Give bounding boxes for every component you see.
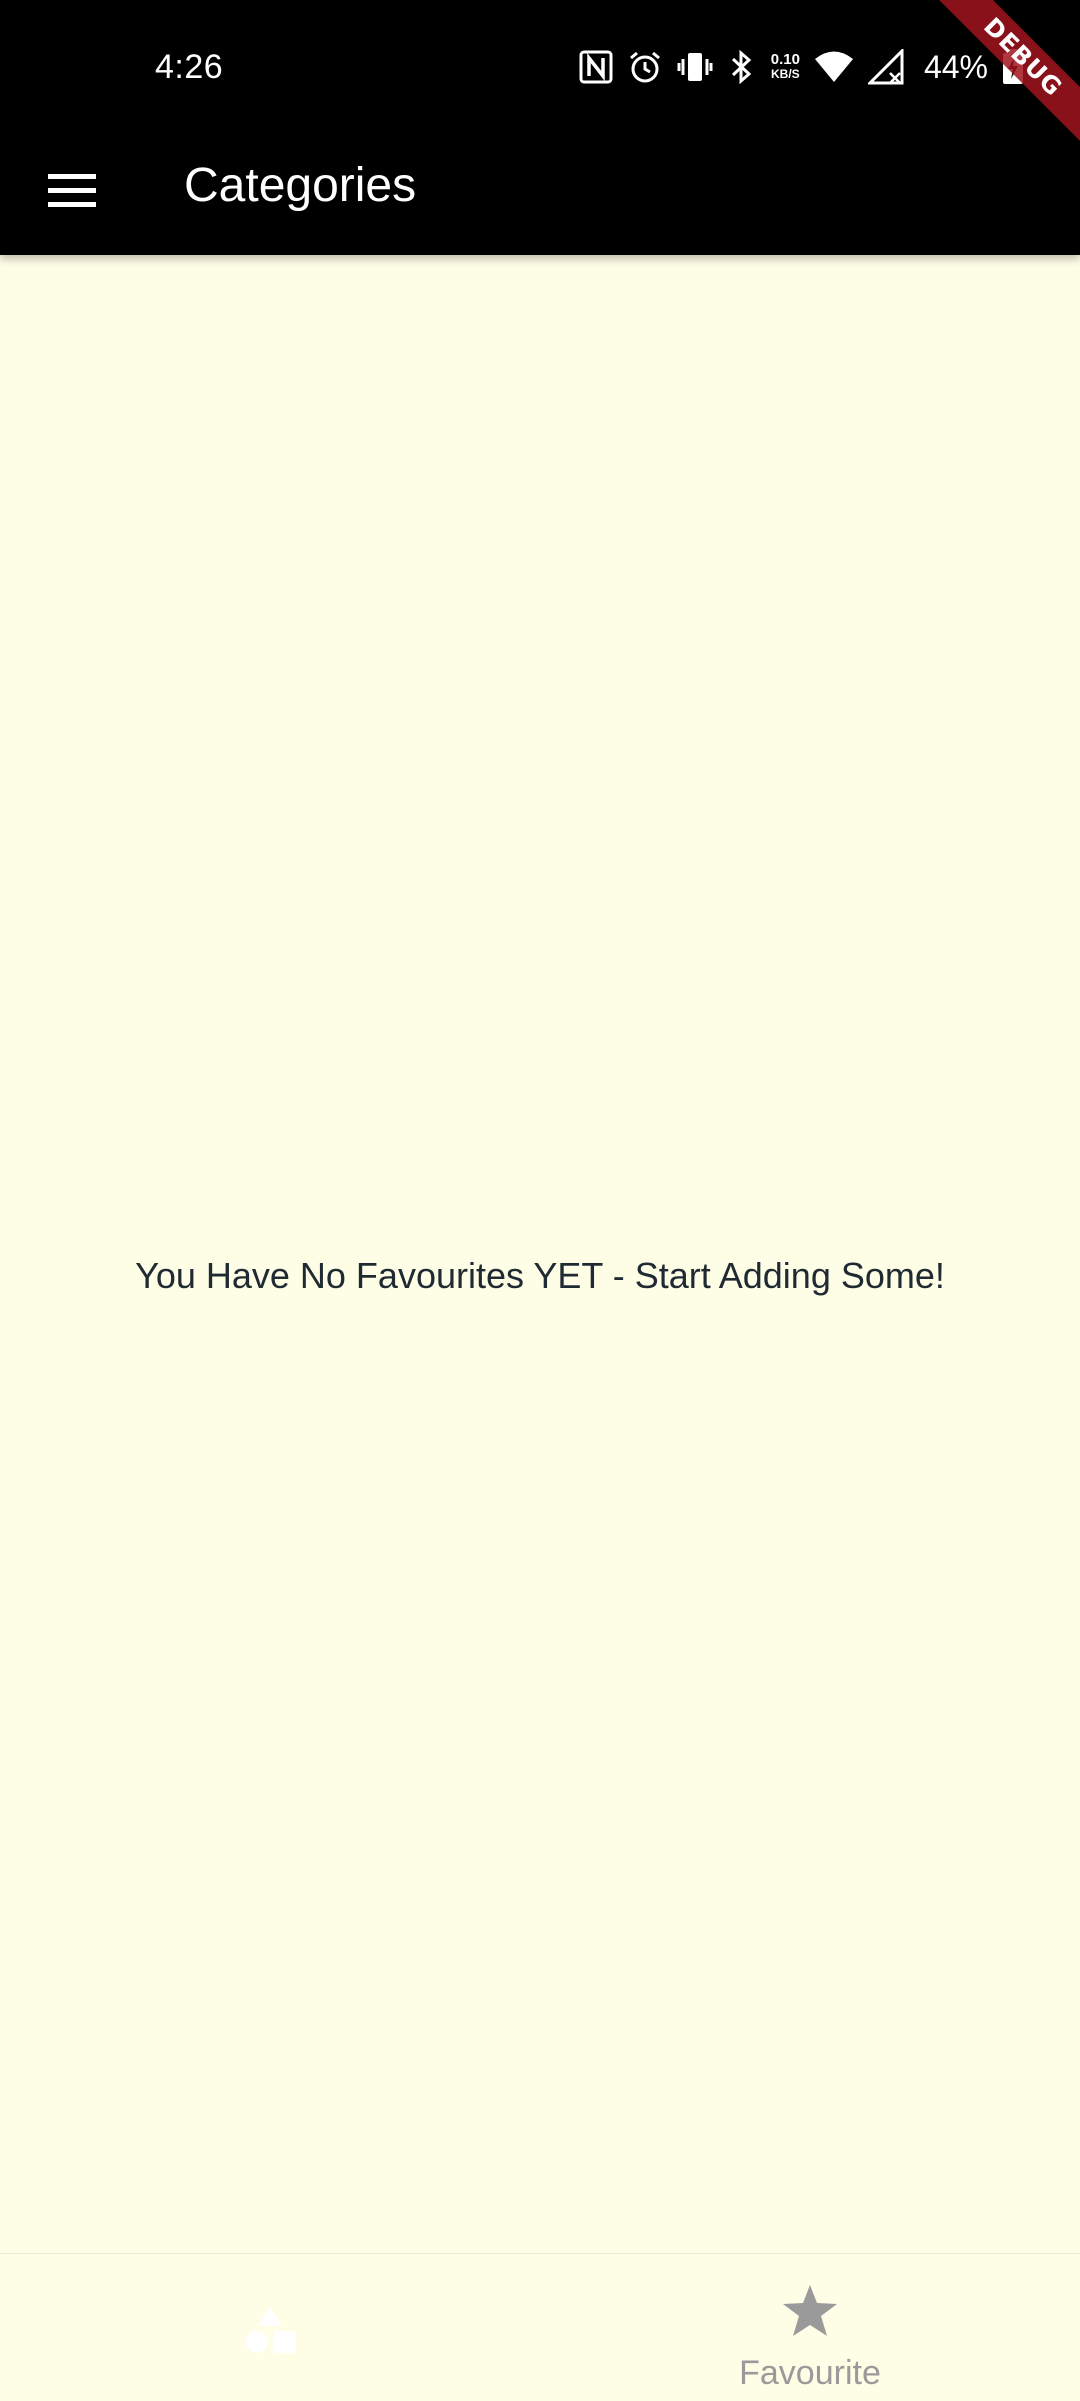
- page-title: Categories: [184, 159, 417, 212]
- nav-label-favourite: Favourite: [739, 2354, 881, 2392]
- status-time: 4:26: [155, 48, 224, 86]
- vibrate-icon: [677, 49, 713, 85]
- main-content: You Have No Favourites YET - Start Addin…: [0, 255, 1080, 2253]
- alarm-icon: [627, 49, 663, 85]
- empty-favourites-message: You Have No Favourites YET - Start Addin…: [135, 1255, 945, 1296]
- nav-item-favourite[interactable]: Favourite: [540, 2254, 1080, 2401]
- categories-icon: [244, 2304, 296, 2361]
- signal-icon: [867, 49, 906, 85]
- menu-icon: [48, 172, 96, 213]
- wifi-icon: [814, 50, 854, 84]
- status-bar: 4:26 0.10 KB/S 44%: [0, 0, 1080, 120]
- star-icon: [782, 2284, 838, 2343]
- battery-charging-icon: [1002, 49, 1024, 85]
- battery-percent: 44%: [923, 48, 988, 85]
- app-bar: Categories: [0, 120, 1080, 255]
- menu-button[interactable]: [36, 156, 108, 228]
- net-speed-unit: KB/S: [771, 67, 800, 81]
- bottom-navigation: Favourite: [0, 2253, 1080, 2401]
- nfc-icon: [579, 50, 613, 84]
- nav-item-categories[interactable]: [0, 2254, 540, 2401]
- net-speed-value: 0.10: [770, 51, 800, 68]
- bluetooth-icon: [727, 49, 757, 85]
- status-icons: 0.10 KB/S 44%: [579, 46, 1024, 88]
- net-speed: 0.10 KB/S: [771, 52, 800, 82]
